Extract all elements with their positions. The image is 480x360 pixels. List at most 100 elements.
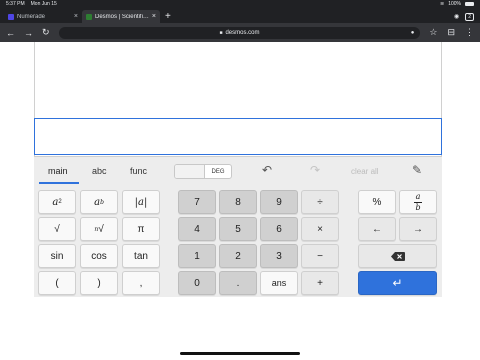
key-9-label: 9	[276, 196, 282, 208]
key-pi-label: π	[137, 223, 145, 235]
tab-count-button[interactable]: 2	[465, 12, 474, 21]
key-right-paren-label: )	[97, 277, 101, 289]
key-decimal[interactable]: .	[219, 271, 257, 295]
key-4-label: 4	[194, 223, 200, 235]
key-power[interactable]: ab	[80, 190, 118, 214]
key-ans[interactable]: ans	[260, 271, 298, 295]
key-right-paren[interactable]: )	[80, 271, 118, 295]
lock-icon: ■	[219, 29, 223, 36]
url-text: desmos.com	[225, 29, 260, 36]
root-symbol: √	[98, 223, 104, 235]
key-plus[interactable]: +	[301, 271, 339, 295]
fraction-glyph: a b	[414, 191, 422, 212]
key-6-label: 6	[276, 223, 282, 235]
mic-icon[interactable]: ●	[411, 30, 415, 36]
tab-abc[interactable]: abc	[92, 166, 107, 176]
key-8[interactable]: 8	[219, 190, 257, 214]
reading-list-icon[interactable]: ⊟	[447, 27, 455, 38]
browser-tab-numerade[interactable]: Numerade ×	[4, 10, 82, 23]
tab-title: Numerade	[17, 13, 46, 20]
close-tab-icon[interactable]: ×	[152, 13, 156, 20]
browser-toolbar: ← → ↻ ■ desmos.com ● ☆ ⊟ ⋮	[0, 23, 480, 42]
key-3[interactable]: 3	[260, 244, 298, 268]
home-indicator[interactable]	[180, 352, 300, 355]
key-5-label: 5	[235, 223, 241, 235]
key-7-label: 7	[194, 196, 200, 208]
key-percent-label: %	[372, 196, 382, 208]
key-1-label: 1	[194, 250, 200, 262]
key-abs[interactable]: |a|	[122, 190, 160, 214]
expression-input[interactable]	[34, 118, 442, 155]
key-times[interactable]: ×	[301, 217, 339, 241]
reload-icon[interactable]: ↻	[42, 27, 50, 38]
forward-icon[interactable]: →	[24, 28, 33, 38]
key-pi[interactable]: π	[122, 217, 160, 241]
key-abs-label: |a|	[134, 196, 148, 208]
key-squared[interactable]: a2	[38, 190, 76, 214]
fraction-numerator: a	[415, 191, 421, 201]
key-times-label: ×	[317, 223, 323, 235]
key-0-label: 0	[194, 277, 200, 289]
key-5[interactable]: 5	[219, 217, 257, 241]
key-left-paren-label: (	[55, 277, 59, 289]
key-0[interactable]: 0	[178, 271, 216, 295]
key-sqrt[interactable]: √	[38, 217, 76, 241]
angle-mode-toggle[interactable]: DEG	[174, 164, 232, 179]
angle-mode-label: DEG	[211, 168, 225, 175]
enter-icon: ↵	[392, 276, 403, 290]
key-1[interactable]: 1	[178, 244, 216, 268]
new-tab-button[interactable]: +	[165, 10, 171, 23]
arrow-left-icon: ←	[372, 223, 382, 235]
arrow-right-icon: →	[413, 223, 423, 235]
back-icon[interactable]: ←	[6, 28, 15, 38]
battery-percent: 100%	[448, 1, 461, 7]
battery-icon	[465, 2, 474, 6]
ipad-screen: 5:37 PM Mon Jun 15 ≋ 100% Numerade × Des…	[0, 0, 480, 360]
redo-icon[interactable]: ↷	[310, 163, 320, 177]
clear-all-button[interactable]: clear all	[351, 167, 379, 176]
key-comma[interactable]: ,	[122, 271, 160, 295]
settings-wrench-icon[interactable]: ✎	[412, 163, 422, 177]
toggle-knob	[175, 165, 205, 178]
ios-status-bar: 5:37 PM Mon Jun 15 ≋ 100%	[0, 0, 480, 8]
key-cos[interactable]: cos	[80, 244, 118, 268]
key-6[interactable]: 6	[260, 217, 298, 241]
status-time: 5:37 PM	[6, 1, 25, 7]
key-2-label: 2	[235, 250, 241, 262]
key-tan[interactable]: tan	[122, 244, 160, 268]
backspace-icon	[390, 251, 405, 261]
tab-title: Desmos | Scientific Calc	[95, 13, 149, 20]
key-left-paren[interactable]: (	[38, 271, 76, 295]
tab-main[interactable]: main	[48, 166, 68, 176]
key-tan-label: tan	[134, 250, 148, 262]
undo-icon[interactable]: ↶	[262, 163, 272, 177]
key-9[interactable]: 9	[260, 190, 298, 214]
menu-icon[interactable]: ⋮	[465, 27, 474, 38]
key-minus[interactable]: −	[301, 244, 339, 268]
key-decimal-label: .	[236, 277, 240, 289]
bookmark-star-icon[interactable]: ☆	[429, 27, 437, 38]
tab-func[interactable]: func	[130, 166, 147, 176]
browser-tab-strip: Numerade × Desmos | Scientific Calc × + …	[0, 8, 480, 23]
key-divide[interactable]: ÷	[301, 190, 339, 214]
incognito-icon[interactable]: ◉	[454, 13, 459, 20]
key-percent[interactable]: %	[358, 190, 396, 214]
address-bar[interactable]: ■ desmos.com ●	[58, 26, 421, 39]
key-2[interactable]: 2	[219, 244, 257, 268]
key-backspace[interactable]	[358, 244, 437, 268]
browser-tab-desmos[interactable]: Desmos | Scientific Calc ×	[82, 10, 160, 23]
close-tab-icon[interactable]: ×	[74, 13, 78, 20]
key-sin[interactable]: sin	[38, 244, 76, 268]
key-4[interactable]: 4	[178, 217, 216, 241]
key-enter[interactable]: ↵	[358, 271, 437, 295]
key-nth-root[interactable]: n √	[80, 217, 118, 241]
wifi-icon: ≋	[440, 1, 445, 7]
calculator-keypad: main abc func DEG ↶ ↷ clear all ✎ a2 ab …	[34, 156, 442, 297]
fraction-denominator: b	[415, 202, 421, 212]
key-cos-label: cos	[91, 250, 107, 262]
key-7[interactable]: 7	[178, 190, 216, 214]
desmos-favicon-icon	[86, 13, 92, 20]
key-cursor-right[interactable]: →	[399, 217, 437, 241]
key-fraction[interactable]: a b	[399, 190, 437, 214]
key-cursor-left[interactable]: ←	[358, 217, 396, 241]
